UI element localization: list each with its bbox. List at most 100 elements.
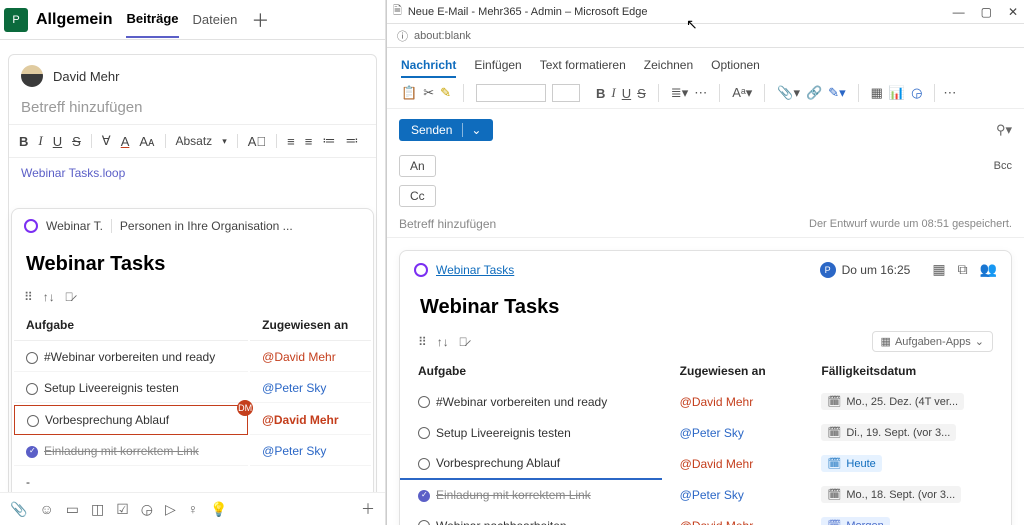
highlight-button[interactable]: ∀: [102, 133, 111, 149]
task-checkbox[interactable]: [26, 352, 38, 364]
loop-title-link[interactable]: Webinar Tasks: [436, 263, 514, 277]
attach-button[interactable]: 📎▾: [777, 85, 800, 101]
task-text[interactable]: Vorbesprechung Ablauf: [45, 413, 169, 427]
assignee[interactable]: @David Mehr: [680, 457, 754, 471]
ribbon-tab-message[interactable]: Nachricht: [401, 54, 456, 78]
task-checkbox[interactable]: [418, 427, 430, 439]
font-size-button[interactable]: Aᴀ: [139, 134, 154, 149]
task-text[interactable]: #Webinar vorbereiten und ready: [436, 395, 607, 409]
font-size-select[interactable]: [552, 84, 580, 102]
cut-button[interactable]: ✂: [423, 85, 434, 101]
add-row[interactable]: -: [14, 468, 371, 492]
signature-button[interactable]: ✎▾: [828, 85, 845, 101]
loop-button[interactable]: ◶: [911, 85, 922, 101]
task-checkbox[interactable]: [26, 383, 38, 395]
zoom-icon[interactable]: ⚲▾: [996, 122, 1012, 138]
drag-handle-icon[interactable]: ⠿: [418, 335, 427, 349]
subject-input[interactable]: Betreff hinzufügen: [399, 217, 496, 231]
cc-button[interactable]: Cc: [399, 185, 436, 207]
task-text[interactable]: Webinar nachbearbeiten: [436, 519, 567, 525]
task-text[interactable]: #Webinar vorbereiten und ready: [44, 350, 215, 364]
message-body[interactable]: Webinar Tasks.loop: [9, 158, 376, 194]
tab-files[interactable]: Dateien: [193, 2, 238, 37]
approvals-icon[interactable]: ☑: [116, 501, 129, 518]
to-button[interactable]: An: [399, 155, 436, 177]
due-date[interactable]: 🗓 Di., 19. Sept. (vor 3...: [821, 424, 956, 441]
bold-button[interactable]: B: [596, 86, 605, 101]
task-checkbox[interactable]: [418, 520, 430, 525]
table-button[interactable]: ▦: [871, 85, 883, 101]
font-color-button[interactable]: A: [121, 134, 130, 149]
address-bar[interactable]: ⓘ about:blank: [387, 24, 1024, 48]
praise-icon[interactable]: ♀: [188, 501, 199, 517]
indent-inc-button[interactable]: ≡: [305, 134, 313, 149]
assignee[interactable]: @Peter Sky: [680, 488, 744, 502]
task-text[interactable]: Setup Liveereignis testen: [44, 381, 179, 395]
due-date[interactable]: 🗓 Heute: [821, 455, 881, 472]
strike-button[interactable]: S: [72, 134, 81, 149]
ribbon-tab-draw[interactable]: Zeichnen: [644, 54, 693, 78]
bullets-button[interactable]: ≔: [322, 133, 335, 149]
assignee[interactable]: @Peter Sky: [262, 381, 326, 395]
due-date[interactable]: 🗓 Morgen: [821, 517, 889, 525]
ribbon-tab-insert[interactable]: Einfügen: [474, 54, 521, 78]
underline-button[interactable]: U: [53, 134, 62, 149]
task-checkbox[interactable]: [26, 446, 38, 458]
loop-link[interactable]: Webinar Tasks.loop: [21, 166, 125, 180]
poll-button[interactable]: 📊: [889, 85, 905, 101]
format-painter-button[interactable]: ✎: [440, 85, 451, 101]
bullets-button[interactable]: ≣▾: [671, 85, 688, 101]
visibility-icon[interactable]: 👁̷: [65, 290, 74, 304]
tab-posts[interactable]: Beiträge: [126, 1, 178, 38]
indent-dec-button[interactable]: ≡: [287, 134, 295, 149]
bcc-button[interactable]: Bcc: [994, 160, 1012, 172]
task-text[interactable]: Setup Liveereignis testen: [436, 426, 571, 440]
close-button[interactable]: ✕: [1008, 5, 1018, 19]
due-date[interactable]: 🗓 Mo., 18. Sept. (vor 3...: [821, 486, 961, 503]
task-text[interactable]: Einladung mit korrektem Link: [436, 488, 591, 502]
sort-icon[interactable]: ↑↓: [43, 290, 55, 304]
minimize-button[interactable]: ―: [953, 5, 965, 19]
strike-button[interactable]: S: [637, 86, 646, 101]
paragraph-style-select[interactable]: Absatz: [176, 134, 213, 148]
subject-input[interactable]: Betreff hinzufügen: [9, 91, 376, 125]
idea-icon[interactable]: 💡: [210, 501, 227, 518]
attachment-icon[interactable]: 📎: [10, 501, 27, 518]
assignee[interactable]: @Peter Sky: [262, 444, 326, 458]
link-button[interactable]: 🔗: [806, 85, 822, 101]
more-para-button[interactable]: ⋯: [694, 85, 707, 101]
numbers-button[interactable]: ≕: [345, 133, 358, 149]
more-commands-button[interactable]: ⋯: [943, 85, 956, 101]
add-tab-button[interactable]: ＋: [251, 7, 269, 33]
copy-icon[interactable]: ⧉: [958, 261, 968, 278]
clear-format-button[interactable]: A⃠: [248, 134, 266, 149]
sticker-icon[interactable]: ◫: [91, 501, 104, 518]
stream-icon[interactable]: ▷: [165, 501, 176, 518]
task-apps-button[interactable]: ▦Aufgaben-Apps⌄: [872, 331, 993, 352]
assignee[interactable]: @David Mehr: [262, 413, 338, 427]
send-options-button[interactable]: ⌄: [462, 123, 481, 137]
assignee[interactable]: @David Mehr: [262, 350, 336, 364]
ribbon-tab-format[interactable]: Text formatieren: [540, 54, 626, 78]
task-checkbox[interactable]: [418, 396, 430, 408]
send-button[interactable]: Senden ⌄: [399, 119, 493, 141]
loop-share-scope[interactable]: Personen in Ihre Organisation ...: [120, 219, 293, 233]
loop-insert-icon[interactable]: ◶: [141, 501, 153, 518]
visibility-icon[interactable]: 👁̷: [459, 335, 468, 349]
assignee[interactable]: @Peter Sky: [680, 426, 744, 440]
styles-button[interactable]: Aᵃ▾: [732, 85, 752, 101]
due-date[interactable]: 🗓 Mo., 25. Dez. (4T ver...: [821, 393, 964, 410]
task-text[interactable]: Vorbesprechung Ablauf: [436, 456, 560, 470]
people-icon[interactable]: 👥: [980, 261, 997, 278]
assignee[interactable]: @David Mehr: [680, 395, 754, 409]
task-checkbox[interactable]: [418, 490, 430, 502]
italic-button[interactable]: I: [611, 85, 615, 101]
loop-chip[interactable]: Webinar T.: [46, 219, 103, 233]
gif-icon[interactable]: ▭: [66, 501, 79, 518]
assignee[interactable]: @David Mehr: [680, 519, 754, 525]
bold-button[interactable]: B: [19, 134, 28, 149]
mail-body[interactable]: Webinar Tasks P Do um 16:25 ▦ ⧉ 👥 Webina…: [387, 238, 1024, 525]
italic-button[interactable]: I: [38, 133, 42, 149]
task-text[interactable]: Einladung mit korrektem Link: [44, 444, 199, 458]
grid-icon[interactable]: ▦: [932, 261, 945, 278]
